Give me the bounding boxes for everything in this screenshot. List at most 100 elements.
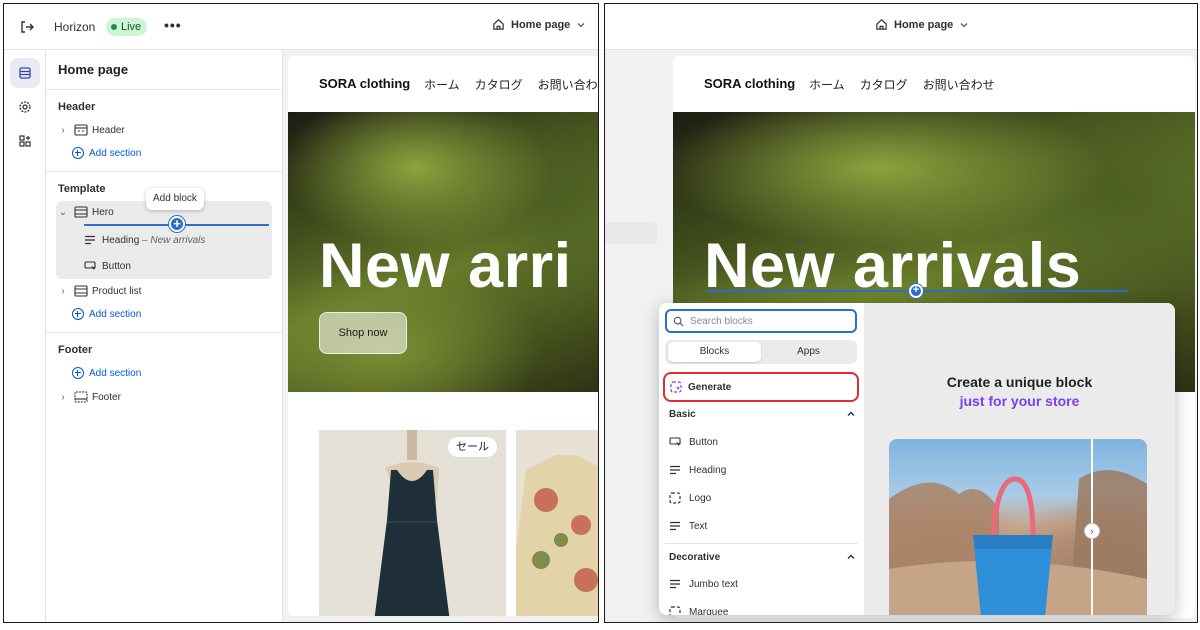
sidebar-item-label: Footer (92, 391, 121, 403)
logo-icon (669, 492, 681, 504)
group-decorative[interactable]: Decorative (669, 548, 856, 566)
editor-topbar: Horizon Live ••• Home page (4, 4, 598, 50)
store-nav: ホーム カタログ お問い合わせ (809, 76, 995, 93)
group-basic-label: Basic (669, 408, 696, 420)
block-item-marquee[interactable]: Marquee (669, 602, 728, 615)
store-nav: ホーム カタログ お問い合わせ (424, 76, 598, 93)
block-picker-list: Search blocks Blocks Apps Generate Basic… (659, 303, 864, 615)
nav-link-home[interactable]: ホーム (809, 76, 845, 93)
block-item-logo[interactable]: Logo (669, 488, 711, 508)
exit-icon[interactable] (18, 18, 36, 36)
product-list-section-icon (74, 285, 88, 297)
chevron-up-icon[interactable] (846, 552, 856, 562)
page-selector-label: Home page (894, 18, 954, 31)
button-icon (669, 436, 681, 446)
block-item-button[interactable]: Button (669, 432, 718, 452)
home-icon (493, 19, 504, 30)
sidebar-item-heading-block[interactable]: Heading – New arrivals (84, 230, 205, 250)
group-basic[interactable]: Basic (669, 405, 856, 423)
header-section-icon (74, 124, 88, 136)
block-item-label: Text (689, 520, 708, 532)
chevron-right-icon[interactable]: › (56, 125, 70, 136)
shop-now-button[interactable]: Shop now (319, 312, 407, 354)
text-icon (670, 521, 680, 531)
divider (46, 171, 282, 172)
page-selector[interactable]: Home page (492, 18, 586, 31)
product-list: セール (288, 392, 598, 616)
product-card-dress[interactable]: セール (319, 430, 506, 616)
block-item-heading[interactable]: Heading (669, 460, 726, 480)
apps-rail-button[interactable] (10, 126, 40, 156)
block-item-label: Logo (689, 492, 712, 504)
page-selector[interactable]: Home page (875, 18, 969, 31)
group-footer: Footer (58, 344, 93, 356)
promo-subheadline: just for your store (959, 393, 1080, 409)
nav-link-catalog[interactable]: カタログ (860, 76, 908, 93)
tab-blocks[interactable]: Blocks (668, 342, 761, 362)
block-item-label: Jumbo text (689, 578, 738, 590)
add-section-label: Add section (89, 147, 142, 159)
add-section-header-button[interactable]: Add section (72, 144, 141, 162)
chevron-down-icon[interactable]: ⌄ (56, 207, 70, 218)
group-decorative-label: Decorative (669, 551, 721, 563)
insert-block-plus-button[interactable]: + (909, 284, 923, 298)
sidebar-item-label: Hero (92, 206, 114, 218)
sidebar-item-header[interactable]: › Header (56, 119, 272, 141)
editor-topbar: Home page (605, 4, 1197, 50)
store-brand[interactable]: SORA clothing (319, 76, 410, 91)
add-section-label: Add section (89, 367, 142, 379)
sidebar-item-label: Header (92, 124, 125, 136)
block-sublabel: – New arrivals (142, 234, 206, 246)
store-brand[interactable]: SORA clothing (704, 76, 795, 91)
sidebar-item-button-block[interactable]: Button (84, 256, 131, 276)
block-item-label: Button (689, 436, 718, 448)
block-picker: Search blocks Blocks Apps Generate Basic… (659, 303, 1175, 615)
theme-name[interactable]: Horizon (54, 20, 95, 34)
chevron-right-icon[interactable]: › (56, 286, 70, 297)
more-menu-button[interactable]: ••• (164, 17, 182, 33)
sidebar-item-product-list[interactable]: › Product list (56, 280, 272, 302)
shirt-image (516, 430, 598, 616)
gear-icon (19, 101, 31, 113)
generate-button[interactable]: Generate (663, 372, 859, 402)
product-card-shirt[interactable] (516, 430, 598, 616)
chevron-right-icon[interactable]: › (56, 392, 70, 403)
compare-handle-icon[interactable]: › (1084, 523, 1100, 539)
hero-section-icon (74, 206, 88, 218)
hero-heading[interactable]: New arri (319, 230, 572, 302)
nav-link-contact[interactable]: お問い合わせ (923, 76, 995, 93)
editor-panel-left: Horizon Live ••• Home page Home page Hea… (3, 3, 599, 623)
chevron-up-icon[interactable] (846, 409, 856, 419)
block-item-label: Marquee (689, 606, 729, 616)
tab-apps[interactable]: Apps (762, 342, 855, 362)
settings-rail-button[interactable] (10, 92, 40, 122)
nav-link-contact[interactable]: お問い合わせ (538, 76, 598, 93)
page-selector-label: Home page (511, 18, 571, 31)
block-item-text[interactable]: Text (669, 516, 707, 536)
sections-rail-button[interactable] (10, 58, 40, 88)
block-label: Heading (102, 234, 140, 246)
section-sidebar: Home page Header › Header Add section Te… (46, 50, 283, 622)
sidebar-item-footer[interactable]: › Footer (56, 386, 272, 408)
block-tabs: Blocks Apps (665, 340, 857, 364)
generate-promo-panel: Create a unique block just for your stor… (864, 303, 1175, 615)
block-label: Button (102, 260, 131, 272)
block-item-jumbo-text[interactable]: Jumbo text (669, 574, 738, 594)
hero-banner[interactable]: New arri Shop now (288, 112, 598, 392)
add-block-tooltip: Add block (146, 188, 204, 210)
add-section-footer-button[interactable]: Add section (72, 364, 141, 382)
add-circle-icon (72, 367, 84, 379)
add-section-label: Add section (89, 308, 142, 320)
add-section-template-button[interactable]: Add section (72, 305, 141, 323)
live-badge: Live (106, 18, 148, 36)
chevron-down-icon (960, 22, 968, 27)
marquee-icon (669, 606, 681, 615)
button-icon (84, 261, 96, 270)
search-blocks-input[interactable]: Search blocks (665, 309, 857, 333)
add-circle-icon (72, 147, 84, 159)
block-item-label: Heading (689, 464, 727, 476)
nav-link-catalog[interactable]: カタログ (475, 76, 523, 93)
nav-link-home[interactable]: ホーム (424, 76, 460, 93)
chevron-down-icon (577, 22, 585, 27)
divider (46, 332, 282, 333)
